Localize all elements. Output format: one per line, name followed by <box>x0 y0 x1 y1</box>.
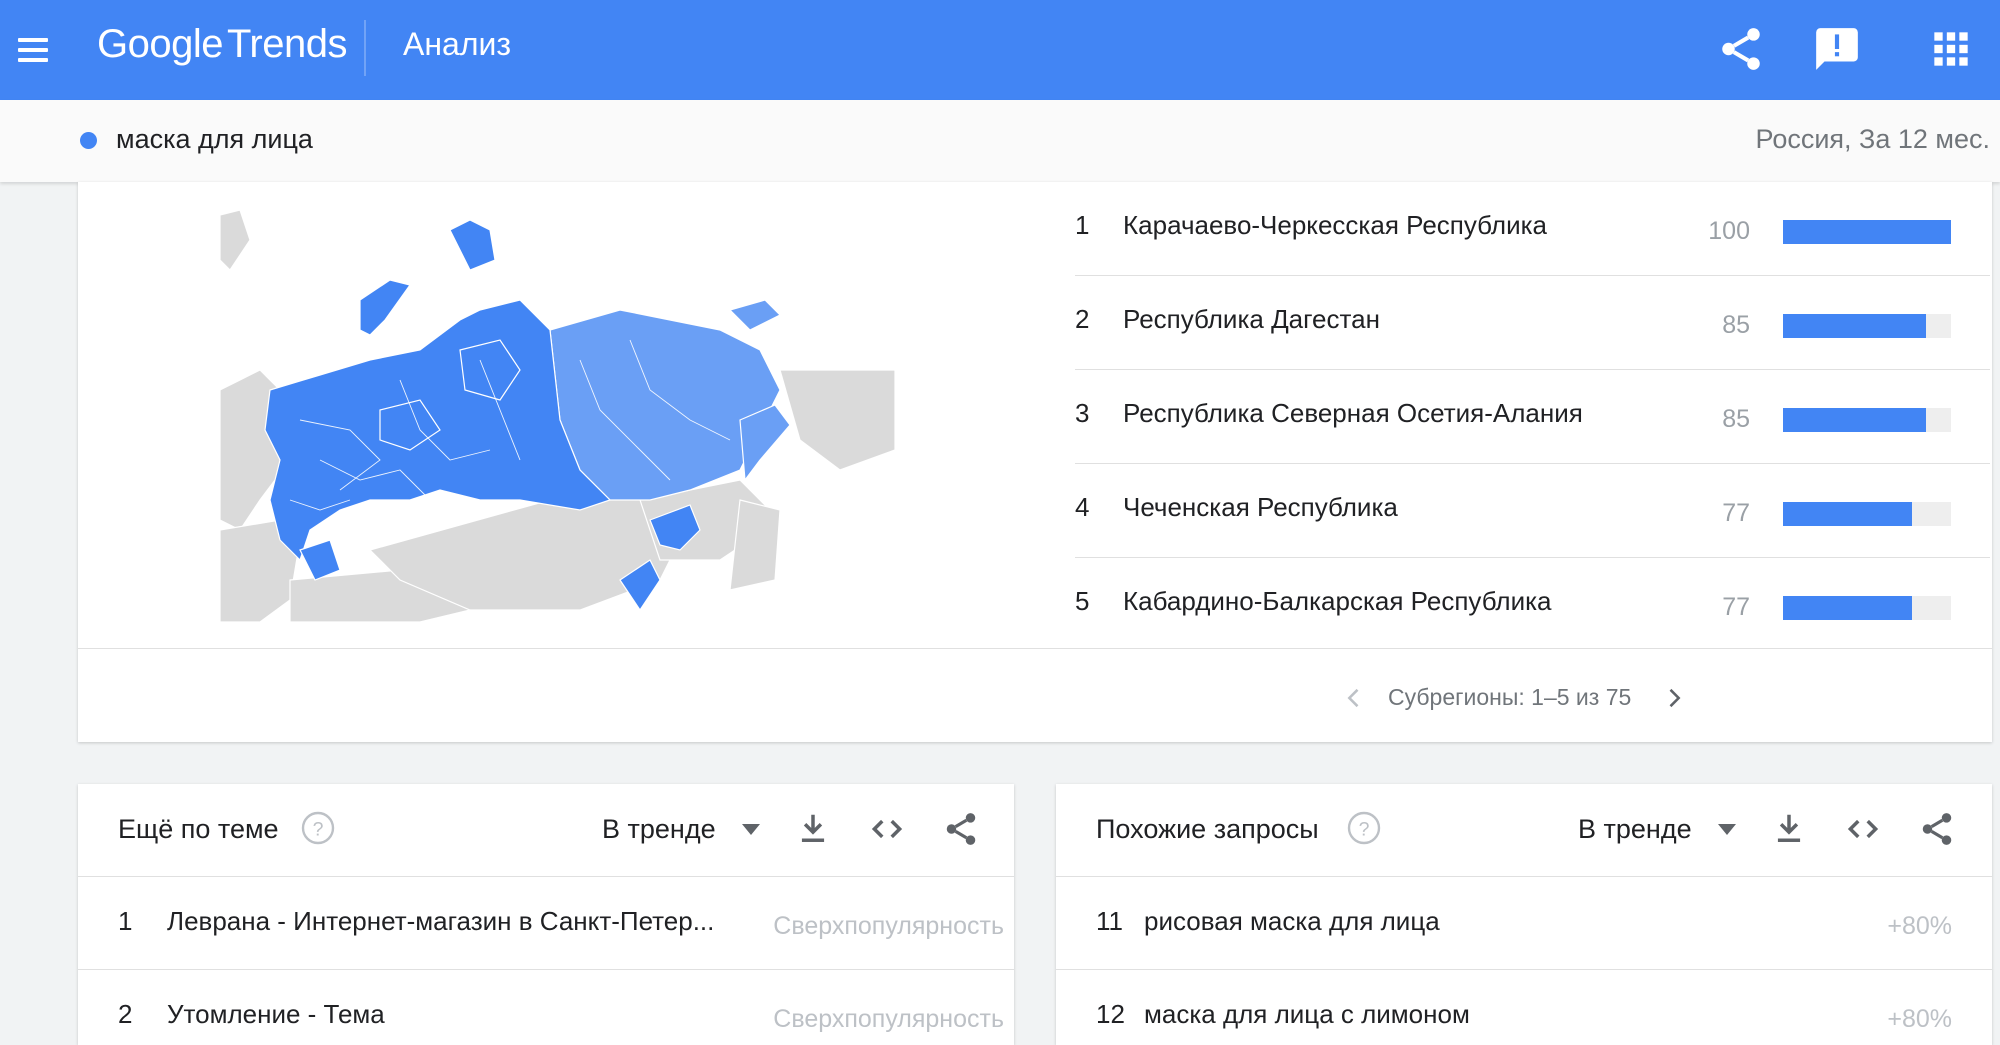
menu-icon[interactable] <box>14 30 54 70</box>
download-icon[interactable] <box>1770 810 1808 848</box>
region-rank: 2 <box>1075 304 1090 334</box>
region-bar-fill <box>1783 596 1913 620</box>
region-bar-fill <box>1783 408 1926 432</box>
page-title: Анализ <box>403 26 512 62</box>
download-icon[interactable] <box>794 810 832 848</box>
region-map[interactable] <box>219 200 896 623</box>
region-period-label: Россия, За 12 мес. <box>1755 124 1990 154</box>
svg-text:?: ? <box>313 819 324 841</box>
help-icon[interactable]: ? <box>1346 810 1382 846</box>
region-bar-track <box>1783 408 1951 432</box>
region-value: 85 <box>1722 311 1750 339</box>
item-rank: 12 <box>1096 999 1125 1029</box>
panel-title: Похожие запросы <box>1096 814 1319 844</box>
logo-trends-text: Trends <box>226 22 348 66</box>
region-bar-fill <box>1783 502 1913 526</box>
header-divider <box>364 20 366 76</box>
embed-code-icon[interactable] <box>868 810 906 848</box>
apps-icon[interactable] <box>1926 24 1976 74</box>
region-value: 85 <box>1722 405 1750 433</box>
region-bar-track <box>1783 596 1951 620</box>
pager-label: Субрегионы: 1–5 из 75 <box>1388 684 1632 710</box>
region-value: 77 <box>1722 499 1750 527</box>
item-label: рисовая маска для лица <box>1144 906 1440 936</box>
region-name: Чеченская Республика <box>1123 492 1398 522</box>
region-bar-track <box>1783 314 1951 338</box>
item-label: Леврана - Интернет-магазин в Санкт-Петер… <box>167 906 715 936</box>
list-item[interactable]: 1 Леврана - Интернет-магазин в Санкт-Пет… <box>78 876 1014 970</box>
list-item[interactable]: 11 рисовая маска для лица +80% <box>1056 876 1992 970</box>
svg-text:?: ? <box>1359 819 1370 841</box>
embed-code-icon[interactable] <box>1844 810 1882 848</box>
region-rank: 5 <box>1075 586 1090 616</box>
item-label: маска для лица с лимоном <box>1144 999 1470 1029</box>
chevron-right-icon[interactable] <box>1660 684 1688 712</box>
google-trends-logo[interactable]: Google Trends <box>97 22 348 67</box>
region-bar-track <box>1783 502 1951 526</box>
region-rank: 4 <box>1075 492 1090 522</box>
region-row[interactable]: 2 Республика Дагестан 85 <box>1075 276 1990 370</box>
item-value: Сверхпопулярность <box>773 1005 1004 1033</box>
search-term: маска для лица <box>116 124 313 154</box>
item-rank: 11 <box>1096 906 1123 936</box>
chevron-left-icon[interactable] <box>1340 684 1368 712</box>
share-icon[interactable] <box>942 810 980 848</box>
item-rank: 1 <box>118 906 133 936</box>
region-name: Республика Дагестан <box>1123 304 1380 334</box>
list-item[interactable]: 12 маска для лица с лимоном +80% <box>1056 969 1992 1045</box>
card-divider <box>78 648 1992 649</box>
region-name: Республика Северная Осетия-Алания <box>1123 398 1583 428</box>
region-row[interactable]: 1 Карачаево-Черкесская Республика 100 <box>1075 182 1990 276</box>
region-rank: 1 <box>1075 210 1090 240</box>
related-queries-panel: Похожие запросы ? В тренде 11 рисовая ма… <box>1056 784 1992 1045</box>
region-row[interactable]: 4 Чеченская Республика 77 <box>1075 464 1990 558</box>
sort-dropdown[interactable]: В тренде <box>1578 814 1692 845</box>
item-rank: 2 <box>118 999 133 1029</box>
panel-header: Ещё по теме ? В тренде <box>78 784 1014 877</box>
help-icon[interactable]: ? <box>300 810 336 846</box>
feedback-icon[interactable] <box>1812 24 1862 74</box>
item-value: +80% <box>1887 912 1952 940</box>
caret-down-icon[interactable] <box>1716 822 1738 836</box>
region-value: 77 <box>1722 593 1750 621</box>
app-bar: Google Trends Анализ <box>0 0 2000 100</box>
region-name: Кабардино-Балкарская Республика <box>1123 586 1552 616</box>
sort-dropdown[interactable]: В тренде <box>602 814 716 845</box>
share-icon[interactable] <box>1918 810 1956 848</box>
region-name: Карачаево-Черкесская Республика <box>1123 210 1547 240</box>
item-label: Утомление - Тема <box>167 999 385 1029</box>
region-value: 100 <box>1708 217 1750 245</box>
region-bar-track <box>1783 220 1951 244</box>
item-value: +80% <box>1887 1005 1952 1033</box>
region-row[interactable]: 3 Республика Северная Осетия-Алания 85 <box>1075 370 1990 464</box>
logo-google-text: Google <box>97 22 223 66</box>
item-value: Сверхпопулярность <box>773 912 1004 940</box>
panel-header: Похожие запросы ? В тренде <box>1056 784 1992 877</box>
share-icon[interactable] <box>1716 24 1766 74</box>
region-bar-fill <box>1783 220 1951 244</box>
region-bar-fill <box>1783 314 1926 338</box>
term-color-dot <box>80 132 97 149</box>
caret-down-icon[interactable] <box>740 822 762 836</box>
related-topics-panel: Ещё по теме ? В тренде 1 Леврана - Интер… <box>78 784 1014 1045</box>
region-ranking-list: 1 Карачаево-Черкесская Республика 100 2 … <box>1075 182 1990 651</box>
list-item[interactable]: 2 Утомление - Тема Сверхпопулярность <box>78 969 1014 1045</box>
region-row[interactable]: 5 Кабардино-Балкарская Республика 77 <box>1075 558 1990 651</box>
panel-title: Ещё по теме <box>118 814 279 844</box>
region-rank: 3 <box>1075 398 1090 428</box>
